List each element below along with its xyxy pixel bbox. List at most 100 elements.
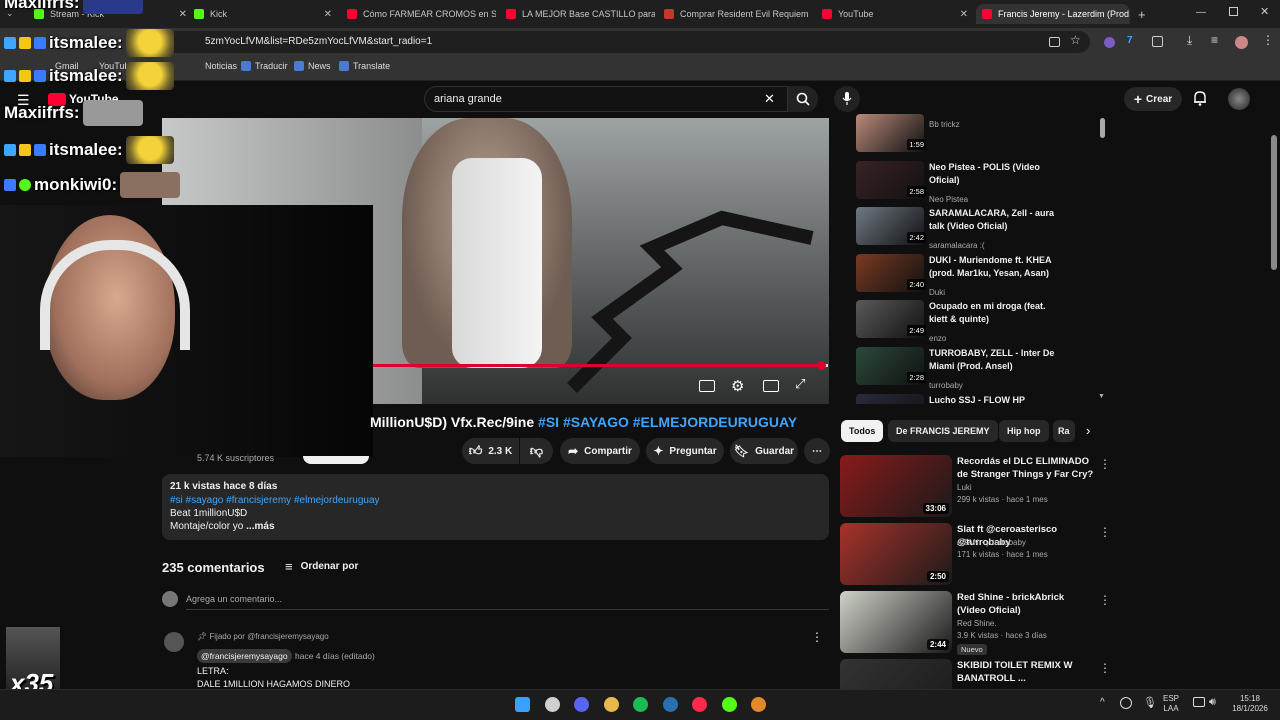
close-tab-icon[interactable]: ✕ xyxy=(960,9,968,20)
profile-avatar[interactable] xyxy=(1235,36,1248,49)
playlist-title[interactable]: DUKI - Muriendome ft. KHEA (prod. Mar1ku… xyxy=(929,254,1059,280)
display-icon[interactable] xyxy=(1193,697,1205,707)
bookmark-translate[interactable]: Translate xyxy=(339,61,390,71)
close-window-icon[interactable]: ✕ xyxy=(1260,5,1269,18)
playlist-channel[interactable]: turrobaby xyxy=(929,381,963,390)
more-options-icon[interactable]: ⋮ xyxy=(1099,525,1111,539)
playlist-item[interactable]: 2:28 TURROBABY, ZELL - Inter De Miami (Pr… xyxy=(856,347,1106,391)
comment-avatar[interactable] xyxy=(164,632,184,652)
bookmark-traducir[interactable]: Traducir xyxy=(241,61,288,71)
account-avatar[interactable] xyxy=(1228,88,1250,110)
playlist-item[interactable]: 2:40 DUKI - Muriendome ft. KHEA (prod. Ma… xyxy=(856,253,1106,298)
video-thumbnail[interactable] xyxy=(840,659,952,689)
search-input[interactable]: ariana grande xyxy=(434,93,502,105)
video-thumbnail[interactable]: 2:44 xyxy=(840,591,952,653)
playlist-thumbnail[interactable] xyxy=(856,393,924,404)
dislike-button[interactable]: 👎︎ xyxy=(520,438,553,464)
search-button[interactable] xyxy=(788,86,818,112)
new-tab-button[interactable]: + xyxy=(1138,7,1146,22)
playlist-title[interactable]: Lucho SSJ - FLOW HP (VIDEOCLIP OFICIAL) xyxy=(929,394,1059,404)
voice-search-button[interactable] xyxy=(834,86,860,112)
playlist-title[interactable]: Neo Pistea - POLIS (Video Oficial) xyxy=(929,161,1059,187)
browser-tab[interactable]: Kick ✕ xyxy=(188,4,338,24)
comment-menu-icon[interactable]: ⋮ xyxy=(811,630,823,644)
chevron-right-icon[interactable]: › xyxy=(1086,423,1090,438)
download-icon[interactable]: ⤓ xyxy=(1187,33,1192,48)
media-control-icon[interactable]: ≡ xyxy=(1211,33,1218,47)
playlist-thumbnail[interactable]: 1:59 xyxy=(856,114,926,152)
filter-chip[interactable]: De FRANCIS JEREMY xyxy=(888,420,998,442)
url-text[interactable]: 5zmYocLfVM&list=RDe5zmYocLfVM&start_radi… xyxy=(205,36,432,47)
recommended-video[interactable]: SKIBIDI TOILET REMIX W BANATROLL ... ⋮ xyxy=(840,659,1108,689)
browser-tab[interactable]: Cómo FARMEAR CROMOS en S✕ xyxy=(341,4,496,24)
chrome-icon[interactable] xyxy=(603,697,619,712)
page-scrollbar[interactable] xyxy=(1271,135,1277,270)
scroll-down-arrow[interactable]: ▼ xyxy=(1098,393,1105,400)
opera-icon[interactable] xyxy=(692,697,707,712)
recommended-video[interactable]: 2:44 Red Shine - brickAbrick (Video Ofici… xyxy=(840,591,1111,655)
save-button[interactable]: 🔖︎ Guardar xyxy=(730,438,798,464)
app-icon[interactable] xyxy=(751,697,766,712)
browser-tab[interactable]: Francis Jeremy - Lazerdim (Prod✕ xyxy=(976,4,1130,24)
channel-name[interactable]: Red Shine. xyxy=(957,619,997,628)
steam-icon[interactable] xyxy=(662,697,678,712)
menu-icon[interactable]: ⋮ xyxy=(1262,33,1274,47)
playlist-thumbnail[interactable]: 2:40 xyxy=(856,253,926,292)
progress-scrubber[interactable] xyxy=(817,361,826,370)
language-indicator[interactable]: ESP LAA xyxy=(1163,694,1179,714)
create-button[interactable]: + Crear xyxy=(1124,87,1182,111)
playlist-channel[interactable]: Duki xyxy=(929,288,945,297)
playlist-title[interactable]: Ocupado en mi droga (feat. kiett & quint… xyxy=(929,300,1059,326)
volume-icon[interactable]: 🔊︎ xyxy=(1209,696,1216,709)
subscribe-button[interactable] xyxy=(303,456,369,464)
more-options-icon[interactable]: ⋮ xyxy=(1099,661,1108,675)
restore-icon[interactable] xyxy=(1229,7,1238,16)
microphone-icon[interactable]: 🎙︎ xyxy=(1143,696,1157,709)
theater-mode-icon[interactable] xyxy=(763,380,779,392)
browser-tab[interactable]: YouTube ✕ xyxy=(816,4,974,24)
channel-name[interactable]: Luki xyxy=(957,483,972,492)
sync-icon[interactable] xyxy=(1120,697,1132,709)
clear-search-icon[interactable]: ✕ xyxy=(764,91,775,107)
playlist-channel[interactable]: Bb trickz xyxy=(929,120,960,129)
discord-icon[interactable] xyxy=(574,697,589,712)
sort-comments-button[interactable]: ≡ Ordenar por xyxy=(285,559,358,574)
spotify-icon[interactable] xyxy=(633,697,648,712)
install-icon[interactable] xyxy=(1049,37,1060,47)
show-more-link[interactable]: ...más xyxy=(246,521,274,532)
ask-button[interactable]: ✦ Preguntar xyxy=(646,438,724,464)
playlist-item[interactable]: 1:59 Bb trickz xyxy=(856,114,1106,158)
filter-chip[interactable]: Todos xyxy=(841,420,884,442)
playlist-title[interactable]: SARAMALACARA, Zell - aura talk (Video Of… xyxy=(929,207,1059,233)
playlist-title[interactable]: TURROBABY, ZELL - Inter De Miami (Prod. … xyxy=(929,347,1059,373)
video-thumbnail[interactable]: 2:50 xyxy=(840,523,952,585)
playlist-item[interactable]: 2:58 Neo Pistea - POLIS (Video Oficial) Ne… xyxy=(856,160,1106,205)
video-title[interactable]: Recordás el DLC ELIMINADO de Stranger Th… xyxy=(957,455,1095,481)
star-icon[interactable]: ☆ xyxy=(1070,33,1081,47)
subtitles-icon[interactable] xyxy=(699,380,715,392)
playlist-thumbnail[interactable]: 2:49 xyxy=(856,300,926,339)
playlist-item[interactable]: 2:49 Ocupado en mi droga (feat. kiett & q… xyxy=(856,300,1106,344)
extension-icon-1[interactable] xyxy=(1104,37,1115,48)
playlist-scrollbar[interactable] xyxy=(1100,118,1105,138)
description-tags[interactable]: #si #sayago #francisjeremy #elmejordeuru… xyxy=(170,495,380,506)
video-hashtags[interactable]: #SI #SAYAGO #ELMEJORDEURUGUAY xyxy=(538,414,797,430)
video-title[interactable]: Red Shine - brickAbrick (Video Oficial) xyxy=(957,591,1095,617)
like-button[interactable]: 👍︎ 2.3 K xyxy=(462,438,519,464)
notifications-bell-icon[interactable] xyxy=(1193,90,1207,106)
clock[interactable]: 15:18 18/1/2026 xyxy=(1230,694,1270,714)
chatgpt-icon[interactable] xyxy=(544,697,560,712)
filter-chip[interactable]: Ra xyxy=(1053,420,1075,442)
playlist-item[interactable]: Lucho SSJ - FLOW HP (VIDEOCLIP OFICIAL) xyxy=(856,393,1106,404)
comment-time[interactable]: hace 4 días (editado) xyxy=(295,651,375,661)
share-button[interactable]: ➦ Compartir xyxy=(560,438,640,464)
windows-start-icon[interactable] xyxy=(515,697,530,712)
playlist-thumbnail[interactable]: 2:42 xyxy=(856,207,926,246)
playlist-thumbnail[interactable]: 2:28 xyxy=(856,347,926,385)
comment-author[interactable]: @francisjeremysayago xyxy=(197,649,292,663)
recommended-video[interactable]: 2:50 Slat ft @ceroasterisco @turrobaby ASA… xyxy=(840,523,1111,587)
playlist-item[interactable]: 2:42 SARAMALACARA, Zell - aura talk (Vide… xyxy=(856,207,1106,251)
browser-tab[interactable]: LA MEJOR Base CASTILLO para✕ xyxy=(500,4,655,24)
kick-icon[interactable] xyxy=(721,697,737,712)
video-title[interactable]: SKIBIDI TOILET REMIX W BANATROLL ... xyxy=(957,659,1095,685)
